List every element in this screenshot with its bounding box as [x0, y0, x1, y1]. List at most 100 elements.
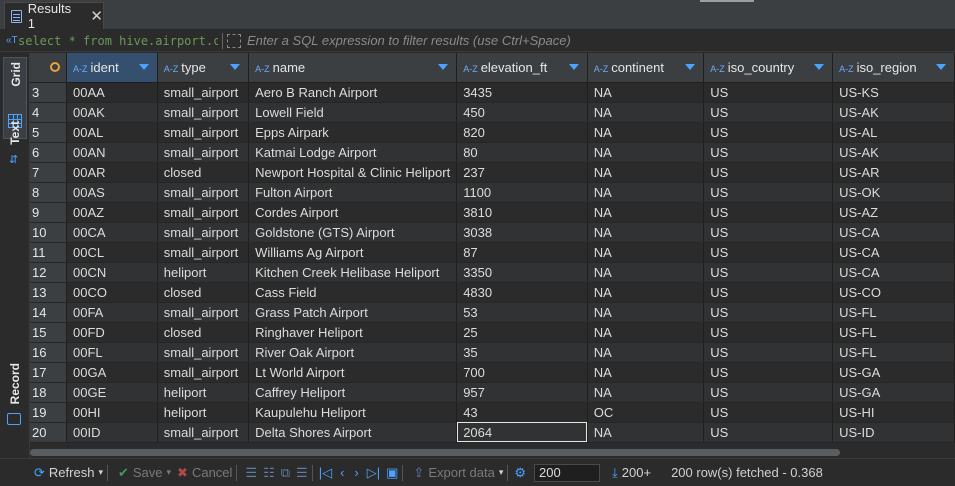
row-number[interactable]: 19 [30, 402, 67, 423]
fetch-size-input[interactable] [534, 463, 601, 482]
column-header-elevation-ft[interactable]: A-Z elevation_ft [456, 53, 588, 83]
cell-elevation-ft[interactable]: 3435 [456, 82, 588, 103]
table-row[interactable]: 10 00CA small_airport Goldstone (GTS) Airpo… [30, 222, 955, 243]
cell-name[interactable]: Kitchen Creek Helibase Heliport [248, 262, 458, 283]
cell-ident[interactable]: 00CN [66, 262, 158, 283]
cell-iso-country[interactable]: US [703, 122, 834, 143]
cell-iso-region[interactable]: US-CA [832, 242, 955, 263]
cell-iso-region[interactable]: US-OK [832, 182, 955, 203]
cell-iso-country[interactable]: US [703, 362, 834, 383]
edit-row-icon[interactable]: ☰ [245, 465, 257, 481]
cell-iso-region[interactable]: US-AK [832, 142, 955, 163]
row-number[interactable]: 4 [30, 102, 67, 123]
cell-type[interactable]: closed [157, 282, 250, 303]
filter-expand-icon[interactable] [227, 33, 241, 48]
cell-iso-region[interactable]: US-AR [832, 162, 955, 183]
cell-ident[interactable]: 00GA [66, 362, 158, 383]
cell-iso-country[interactable]: US [703, 242, 834, 263]
cell-iso-region[interactable]: US-ID [832, 422, 955, 443]
cell-iso-country[interactable]: US [703, 382, 834, 403]
cell-iso-country[interactable]: US [703, 82, 834, 103]
table-row[interactable]: 8 00AS small_airport Fulton Airport 1100 NA US… [30, 182, 955, 203]
cell-elevation-ft[interactable]: 43 [456, 402, 588, 423]
table-row[interactable]: 15 00FD closed Ringhaver Heliport 25 NA US US-F… [30, 322, 955, 343]
cell-ident[interactable]: 00ID [66, 422, 158, 443]
cell-type[interactable]: heliport [157, 402, 250, 423]
table-row[interactable]: 11 00CL small_airport Williams Ag Airport 87… [30, 242, 955, 263]
cell-iso-country[interactable]: US [703, 162, 834, 183]
cell-iso-region[interactable]: US-CO [832, 282, 955, 303]
cell-type[interactable]: small_airport [157, 142, 250, 163]
cell-iso-region[interactable]: US-HI [832, 402, 955, 423]
cell-iso-region[interactable]: US-CA [832, 222, 955, 243]
export-data-button[interactable]: ⇪ Export data ▾ [413, 465, 503, 481]
column-header-name[interactable]: A-Z name [248, 53, 458, 83]
cell-name[interactable]: Delta Shores Airport [248, 422, 458, 443]
cell-name[interactable]: Aero B Ranch Airport [248, 82, 458, 103]
cell-ident[interactable]: 00AL [66, 122, 158, 143]
cell-elevation-ft[interactable]: 3350 [456, 262, 588, 283]
column-header-continent[interactable]: A-Z continent [587, 53, 705, 83]
first-page-icon[interactable]: |◁ [319, 465, 332, 481]
table-row[interactable]: 3 00AA small_airport Aero B Ranch Airport 34… [30, 82, 955, 103]
cell-elevation-ft[interactable]: 2064 [456, 422, 588, 443]
cell-continent[interactable]: NA [587, 162, 705, 183]
cell-elevation-ft[interactable]: 87 [456, 242, 588, 263]
table-row[interactable]: 7 00AR closed Newport Hospital & Clinic Hel… [30, 162, 955, 183]
cell-ident[interactable]: 00CO [66, 282, 158, 303]
previous-page-icon[interactable]: ‹ [340, 465, 344, 480]
row-number[interactable]: 3 [30, 82, 67, 103]
cell-iso-country[interactable]: US [703, 322, 834, 343]
table-row[interactable]: 5 00AL small_airport Epps Airpark 820 NA US US-… [30, 122, 955, 143]
cell-ident[interactable]: 00AN [66, 142, 158, 163]
scrollbar-thumb[interactable] [30, 449, 840, 456]
row-number[interactable]: 14 [30, 302, 67, 323]
cell-iso-region[interactable]: US-AZ [832, 202, 955, 223]
chevron-down-icon[interactable]: ▾ [98, 467, 103, 478]
cell-continent[interactable]: NA [587, 82, 705, 103]
cell-name[interactable]: Cass Field [248, 282, 458, 303]
cell-type[interactable]: heliport [157, 382, 250, 403]
cell-ident[interactable]: 00AA [66, 82, 158, 103]
row-number[interactable]: 6 [30, 142, 67, 163]
cell-ident[interactable]: 00AS [66, 182, 158, 203]
sort-arrow-icon[interactable] [138, 64, 149, 70]
row-number[interactable]: 20 [30, 422, 67, 443]
cell-name[interactable]: Ringhaver Heliport [248, 322, 458, 343]
row-number[interactable]: 18 [30, 382, 67, 403]
cell-ident[interactable]: 00GE [66, 382, 158, 403]
cell-elevation-ft[interactable]: 237 [456, 162, 588, 183]
row-number[interactable]: 5 [30, 122, 67, 143]
sort-arrow-icon[interactable] [568, 64, 579, 70]
filter-input[interactable] [247, 30, 955, 51]
cell-name[interactable]: Grass Patch Airport [248, 302, 458, 323]
cell-type[interactable]: small_airport [157, 202, 250, 223]
cell-continent[interactable]: OC [587, 402, 705, 423]
cell-name[interactable]: Caffrey Heliport [248, 382, 458, 403]
results-grid[interactable]: A-Z ident A-Z type A-Z name A-Z elevation_ft… [30, 53, 955, 443]
column-header-type[interactable]: A-Z type [157, 53, 250, 83]
cell-continent[interactable]: NA [587, 322, 705, 343]
cell-name[interactable]: Goldstone (GTS) Airport [248, 222, 458, 243]
row-header-corner[interactable] [30, 53, 67, 83]
cell-elevation-ft[interactable]: 820 [456, 122, 588, 143]
cell-elevation-ft[interactable]: 35 [456, 342, 588, 363]
sql-query-text[interactable]: select * from hive.airport.codes [18, 34, 218, 48]
cell-elevation-ft[interactable]: 3038 [456, 222, 588, 243]
cell-elevation-ft[interactable]: 53 [456, 302, 588, 323]
cell-iso-region[interactable]: US-AK [832, 102, 955, 123]
fetch-all-icon[interactable]: ▣ [386, 465, 398, 481]
cell-type[interactable]: small_airport [157, 122, 250, 143]
cell-ident[interactable]: 00FL [66, 342, 158, 363]
row-number[interactable]: 12 [30, 262, 67, 283]
cell-ident[interactable]: 00AR [66, 162, 158, 183]
cell-continent[interactable]: NA [587, 382, 705, 403]
cell-ident[interactable]: 00AK [66, 102, 158, 123]
cell-iso-region[interactable]: US-CA [832, 262, 955, 283]
row-number[interactable]: 17 [30, 362, 67, 383]
table-row[interactable]: 14 00FA small_airport Grass Patch Airport 53… [30, 302, 955, 323]
cell-iso-region[interactable]: US-FL [832, 342, 955, 363]
cell-type[interactable]: small_airport [157, 422, 250, 443]
row-number[interactable]: 15 [30, 322, 67, 343]
cell-type[interactable]: small_airport [157, 102, 250, 123]
